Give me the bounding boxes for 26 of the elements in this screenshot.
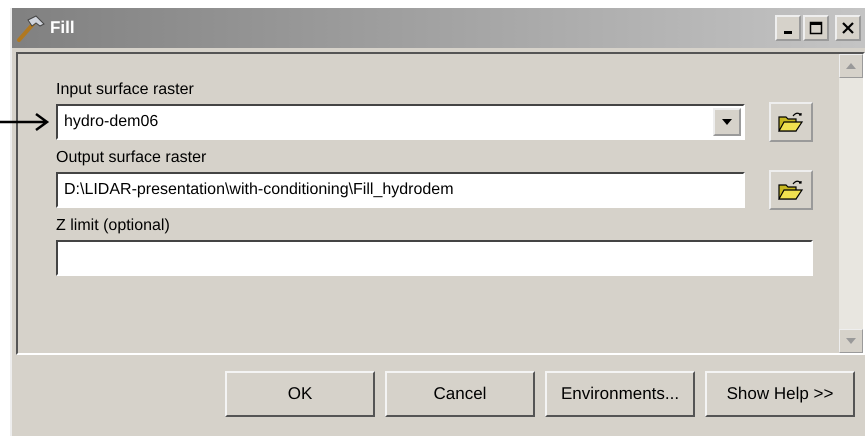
close-icon [841, 21, 855, 35]
minimize-icon [784, 31, 792, 34]
minimize-button[interactable] [775, 15, 801, 41]
maximize-button[interactable] [803, 15, 829, 41]
dropdown-button[interactable] [713, 108, 741, 136]
close-button[interactable] [835, 15, 861, 41]
window-title: Fill [50, 18, 75, 38]
dropdown-field[interactable]: hydro-dem06 [56, 104, 745, 140]
field-label: Output surface raster [56, 148, 208, 168]
hammer-icon [16, 14, 46, 42]
input-field[interactable]: D:\LIDAR-presentation\with-conditioning\Fill_hydrodem [56, 172, 745, 208]
input-field[interactable] [56, 240, 813, 276]
up-arrow-icon [846, 63, 856, 69]
dialog-button[interactable]: Cancel [385, 371, 535, 417]
dialog-button[interactable]: Environments... [545, 371, 695, 417]
caret-icon [721, 118, 733, 126]
browse-button[interactable] [769, 102, 813, 142]
down-arrow-icon [846, 338, 856, 344]
maximize-icon [809, 21, 823, 35]
field-label: Z limit (optional) [56, 216, 171, 236]
folder-icon [778, 111, 804, 133]
field-label: Input surface raster [56, 80, 195, 100]
browse-button[interactable] [769, 170, 813, 210]
folder-icon [778, 179, 804, 201]
dialog-button[interactable]: OK [225, 371, 375, 417]
dialog-button[interactable]: Show Help >> [705, 371, 855, 417]
